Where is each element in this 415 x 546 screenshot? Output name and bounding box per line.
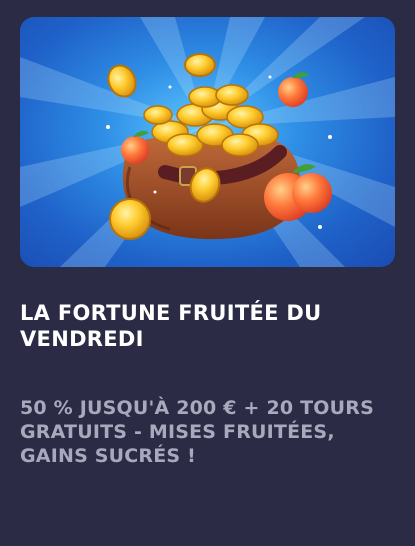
promotion-description: 50 % JUSQU'À 200 € + 20 TOURS GRATUITS -… xyxy=(20,397,374,467)
promotion-title[interactable]: LA FORTUNE FRUITÉE DU VENDREDI xyxy=(20,300,400,352)
coin-bag-with-peaches-icon xyxy=(20,17,395,267)
promotion-card[interactable]: LA FORTUNE FRUITÉE DU VENDREDI 50 % JUSQ… xyxy=(0,0,415,546)
promotion-banner-image[interactable] xyxy=(20,17,395,267)
